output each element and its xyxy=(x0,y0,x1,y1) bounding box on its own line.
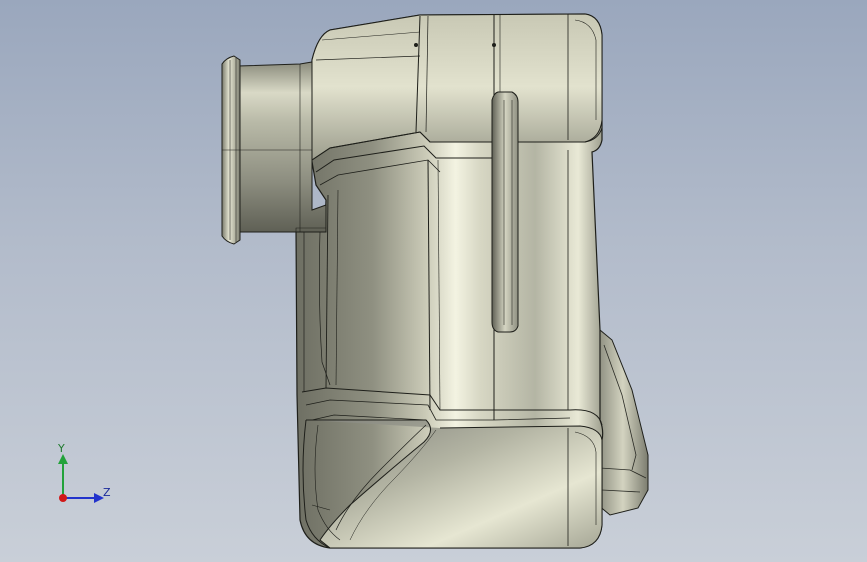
vertical-slot[interactable] xyxy=(491,91,519,333)
z-axis-label: Z xyxy=(103,486,111,499)
right-bracket[interactable] xyxy=(597,328,649,516)
part-model-view[interactable] xyxy=(0,0,867,562)
graphics-viewport[interactable]: Y Z xyxy=(0,0,867,562)
y-axis-label: Y xyxy=(58,442,65,455)
y-axis-arrow xyxy=(58,454,68,464)
x-axis-dot xyxy=(59,494,67,502)
inlet-flange[interactable] xyxy=(221,55,241,245)
